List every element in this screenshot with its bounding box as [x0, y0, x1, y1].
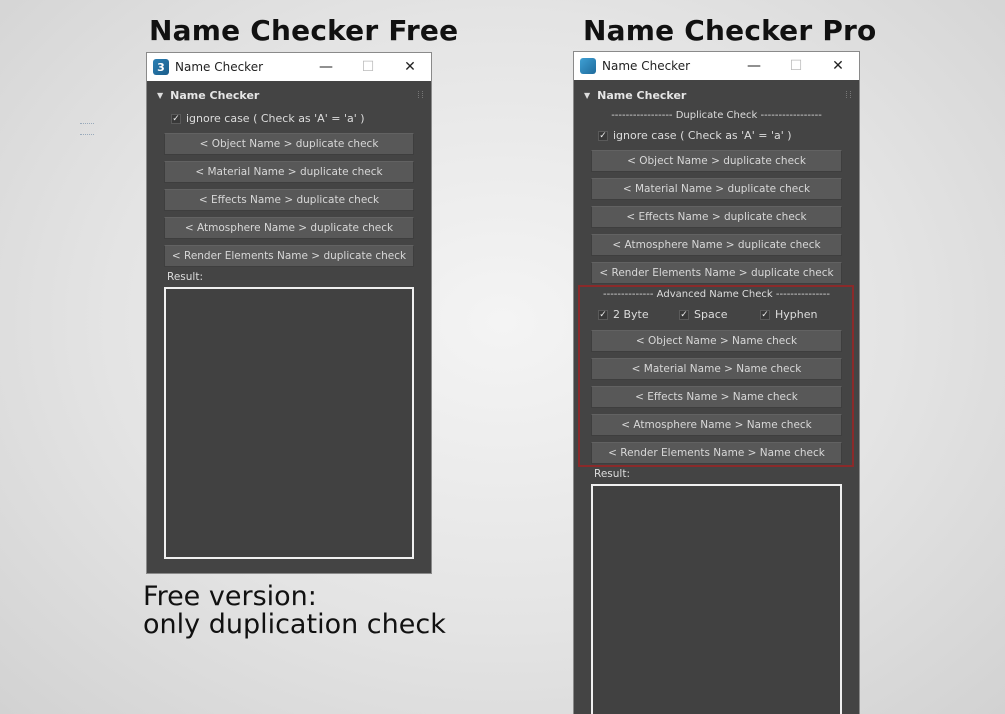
- minimize-icon[interactable]: —: [305, 53, 347, 81]
- atmosphere-name-check-button[interactable]: < Atmosphere Name > Name check: [591, 414, 842, 436]
- window-title: Name Checker: [602, 59, 691, 73]
- pro-titlebar: Name Checker — ☐ ✕: [574, 52, 859, 80]
- rollout-title: Name Checker: [597, 88, 687, 102]
- material-duplicate-check-button[interactable]: < Material Name > duplicate check: [164, 161, 414, 183]
- free-titlebar: 3 Name Checker — ☐ ✕: [147, 53, 431, 81]
- maximize-icon[interactable]: ☐: [775, 52, 817, 80]
- 2byte-checkbox[interactable]: ✓: [598, 309, 608, 320]
- atmosphere-duplicate-check-button[interactable]: < Atmosphere Name > duplicate check: [591, 234, 842, 256]
- object-duplicate-check-button[interactable]: < Object Name > duplicate check: [164, 133, 414, 155]
- render-elements-duplicate-check-button[interactable]: < Render Elements Name > duplicate check: [591, 262, 842, 284]
- ignore-case-checkbox[interactable]: ✓: [598, 130, 608, 141]
- rollout-header[interactable]: ▼ Name Checker: [574, 85, 859, 105]
- space-label: Space: [694, 308, 728, 321]
- option-hyphen[interactable]: ✓ Hyphen: [760, 308, 817, 321]
- result-label: Result:: [167, 271, 203, 283]
- window-title: Name Checker: [175, 60, 264, 74]
- free-caption-line1: Free version:: [143, 581, 317, 612]
- duplicate-check-separator: ----------------- Duplicate Check ------…: [611, 110, 822, 121]
- collapse-triangle-icon[interactable]: ▼: [584, 91, 590, 100]
- free-caption: Free version: only duplication check: [143, 583, 446, 639]
- rollout-title: Name Checker: [170, 88, 260, 102]
- effects-duplicate-check-button[interactable]: < Effects Name > duplicate check: [164, 189, 414, 211]
- collapse-triangle-icon[interactable]: ▼: [157, 91, 163, 100]
- space-checkbox[interactable]: ✓: [679, 309, 689, 320]
- ignore-case-label: ignore case ( Check as 'A' = 'a' ): [613, 129, 792, 142]
- ignore-case-row[interactable]: ✓ ignore case ( Check as 'A' = 'a' ): [171, 112, 365, 125]
- atmosphere-duplicate-check-button[interactable]: < Atmosphere Name > duplicate check: [164, 217, 414, 239]
- result-textbox[interactable]: [164, 287, 414, 559]
- ignore-case-row[interactable]: ✓ ignore case ( Check as 'A' = 'a' ): [598, 129, 792, 142]
- result-textbox[interactable]: [591, 484, 842, 714]
- decorative-dots: [80, 123, 94, 135]
- close-icon[interactable]: ✕: [817, 52, 859, 80]
- object-name-check-button[interactable]: < Object Name > Name check: [591, 330, 842, 352]
- effects-duplicate-check-button[interactable]: < Effects Name > duplicate check: [591, 206, 842, 228]
- pro-heading: Name Checker Pro: [583, 14, 877, 47]
- effects-name-check-button[interactable]: < Effects Name > Name check: [591, 386, 842, 408]
- free-window: 3 Name Checker — ☐ ✕ ▼ Name Checker ✓ ig…: [146, 52, 432, 574]
- advanced-name-check-separator: -------------- Advanced Name Check -----…: [602, 289, 831, 300]
- material-duplicate-check-button[interactable]: < Material Name > duplicate check: [591, 178, 842, 200]
- pro-body: ▼ Name Checker ----------------- Duplica…: [574, 80, 859, 714]
- rollout-header[interactable]: ▼ Name Checker: [147, 85, 431, 105]
- free-heading: Name Checker Free: [149, 14, 459, 47]
- maximize-icon[interactable]: ☐: [347, 53, 389, 81]
- render-elements-name-check-button[interactable]: < Render Elements Name > Name check: [591, 442, 842, 464]
- option-2byte[interactable]: ✓ 2 Byte: [598, 308, 649, 321]
- ignore-case-checkbox[interactable]: ✓: [171, 113, 181, 124]
- free-caption-line2: only duplication check: [143, 609, 446, 640]
- app-icon: [580, 58, 596, 74]
- minimize-icon[interactable]: —: [733, 52, 775, 80]
- option-space[interactable]: ✓ Space: [679, 308, 728, 321]
- grip-icon[interactable]: [846, 91, 851, 98]
- grip-icon[interactable]: [418, 91, 423, 98]
- result-label: Result:: [594, 468, 630, 480]
- material-name-check-button[interactable]: < Material Name > Name check: [591, 358, 842, 380]
- hyphen-checkbox[interactable]: ✓: [760, 309, 770, 320]
- hyphen-label: Hyphen: [775, 308, 818, 321]
- close-icon[interactable]: ✕: [389, 53, 431, 81]
- render-elements-duplicate-check-button[interactable]: < Render Elements Name > duplicate check: [164, 245, 414, 267]
- free-body: ▼ Name Checker ✓ ignore case ( Check as …: [147, 81, 431, 573]
- pro-window: Name Checker — ☐ ✕ ▼ Name Checker ------…: [573, 51, 860, 714]
- app-icon: 3: [153, 59, 169, 75]
- ignore-case-label: ignore case ( Check as 'A' = 'a' ): [186, 112, 365, 125]
- object-duplicate-check-button[interactable]: < Object Name > duplicate check: [591, 150, 842, 172]
- 2byte-label: 2 Byte: [613, 308, 649, 321]
